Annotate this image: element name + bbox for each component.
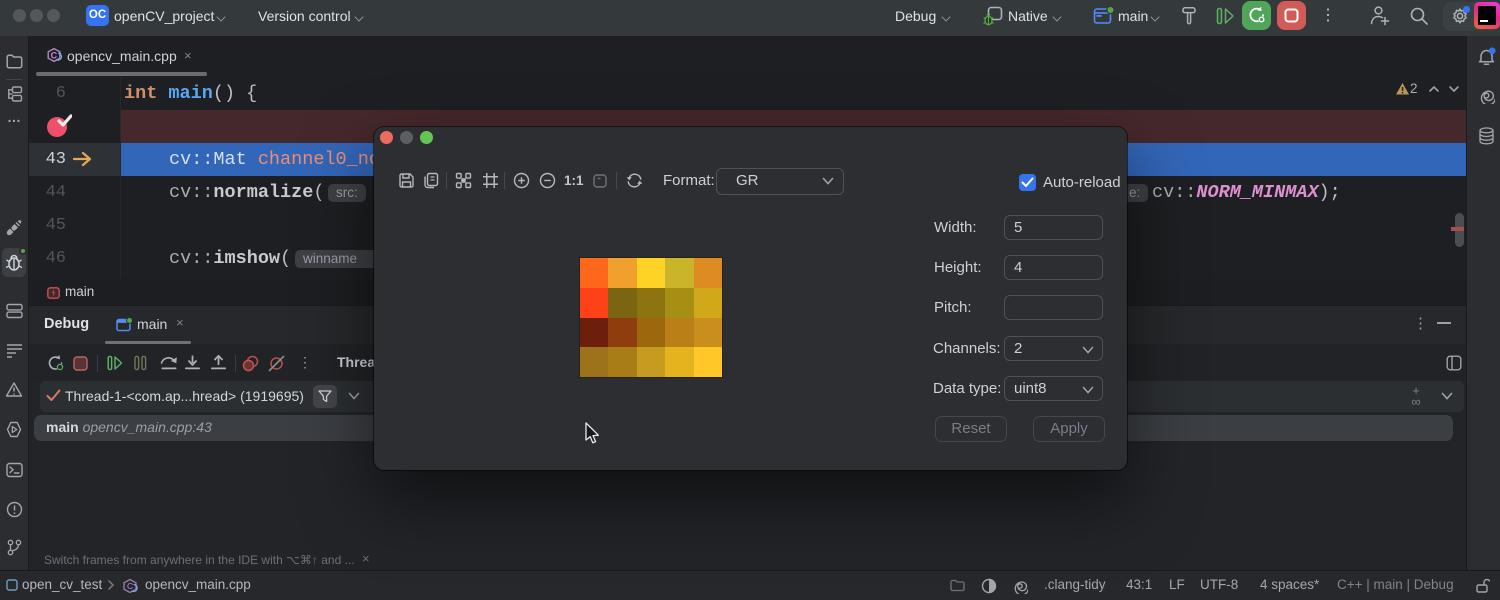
svg-text:C: C <box>51 50 58 60</box>
svg-text:C: C <box>127 581 133 591</box>
